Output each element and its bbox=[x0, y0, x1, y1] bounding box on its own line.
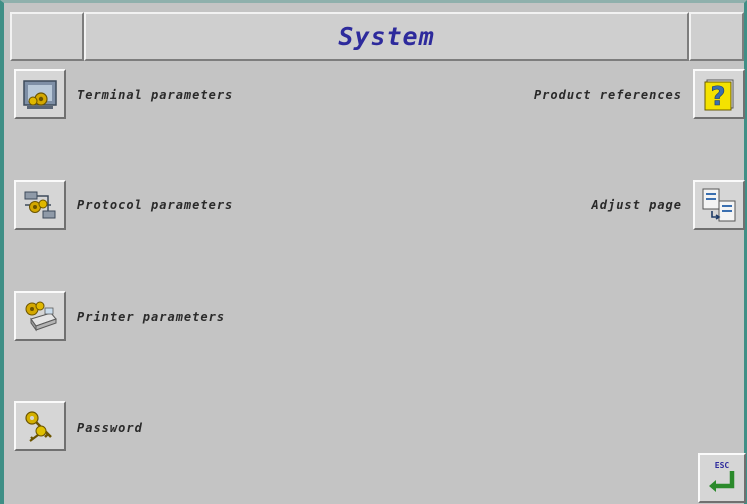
terminal-parameters-button[interactable] bbox=[14, 69, 66, 119]
product-references-button[interactable]: ? bbox=[693, 69, 745, 119]
printer-settings-icon bbox=[25, 301, 57, 332]
terminal-settings-icon bbox=[23, 80, 57, 109]
esc-button[interactable]: ESC bbox=[698, 453, 746, 503]
terminal-parameters-label[interactable]: Terminal parameters bbox=[77, 88, 233, 102]
adjust-page-icon bbox=[702, 188, 736, 222]
hmi-screen: System Terminal parameters Protocol para… bbox=[0, 0, 747, 504]
protocol-settings-icon bbox=[24, 191, 56, 219]
printer-parameters-button[interactable] bbox=[14, 291, 66, 341]
title-bar-left-cell bbox=[10, 12, 84, 61]
esc-text: ESC bbox=[715, 461, 730, 470]
protocol-parameters-button[interactable] bbox=[14, 180, 66, 230]
page-title: System bbox=[338, 22, 435, 51]
svg-text:?: ? bbox=[710, 82, 725, 111]
title-bar-center-cell: System bbox=[84, 12, 689, 61]
password-button[interactable] bbox=[14, 401, 66, 451]
protocol-parameters-label[interactable]: Protocol parameters bbox=[77, 198, 233, 212]
return-arrow-icon: ESC bbox=[709, 461, 735, 492]
password-label[interactable]: Password bbox=[77, 421, 143, 435]
adjust-page-label[interactable]: Adjust page bbox=[592, 198, 682, 212]
product-references-label[interactable]: Product references bbox=[534, 88, 682, 102]
adjust-page-button[interactable] bbox=[693, 180, 745, 230]
keys-icon bbox=[25, 411, 52, 442]
printer-parameters-label[interactable]: Printer parameters bbox=[77, 310, 225, 324]
title-bar: System bbox=[10, 12, 744, 61]
question-icon: ? bbox=[704, 79, 734, 111]
title-bar-right-cell bbox=[689, 12, 744, 61]
